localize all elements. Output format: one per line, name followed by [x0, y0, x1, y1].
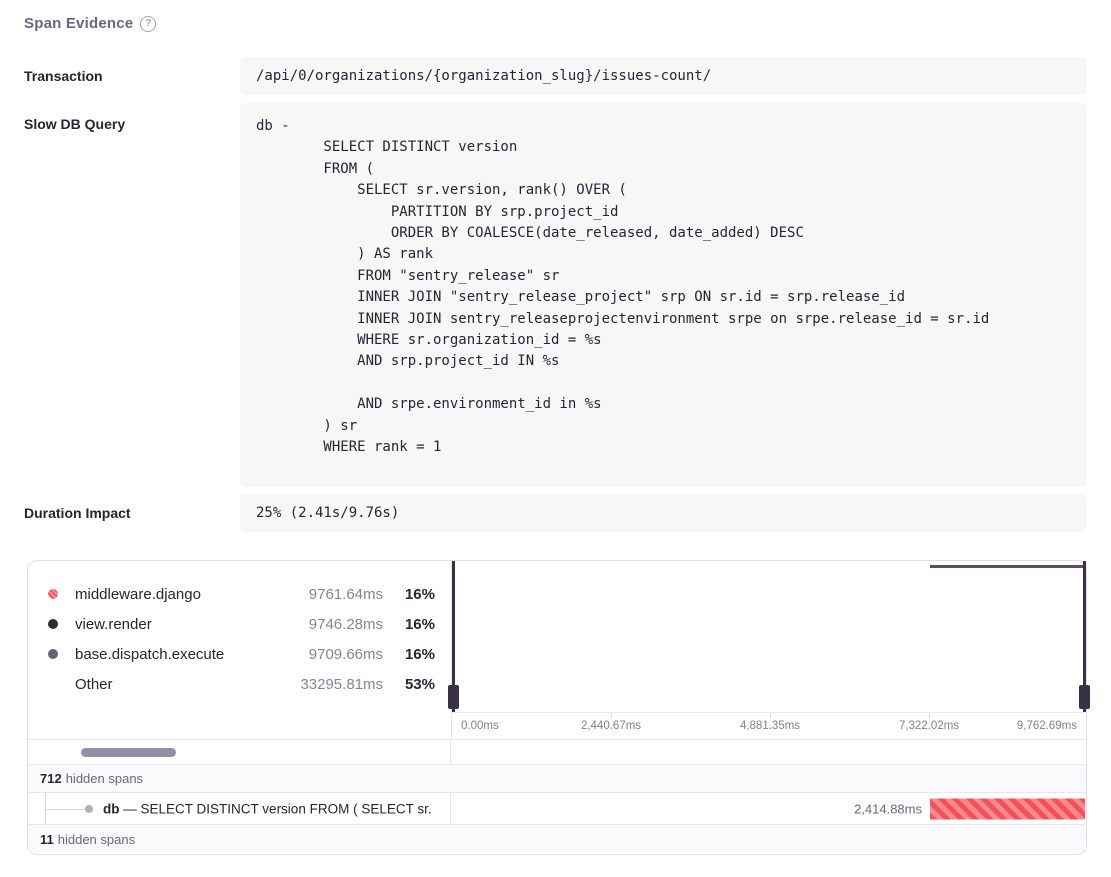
focused-span-bar-cell: 2,414.88ms: [451, 793, 1086, 824]
tree-connector-hline: [45, 809, 89, 810]
minimap-span-bar: [930, 565, 1085, 568]
legend-row-middleware-django[interactable]: middleware.django 9761.64ms 16%: [48, 579, 435, 609]
legend-duration: 33295.81ms: [271, 676, 383, 693]
legend-row-other[interactable]: Other 33295.81ms 53%: [48, 669, 435, 699]
hidden-spans-label: hidden spans: [58, 832, 135, 847]
hidden-spans-count: 712: [40, 771, 62, 786]
axis-label: 4,881.35ms: [740, 720, 800, 732]
span-legend: middleware.django 9761.64ms 16% view.ren…: [28, 561, 451, 739]
span-separator: —: [123, 801, 137, 816]
legend-duration: 9761.64ms: [271, 586, 383, 603]
hidden-spans-below-row[interactable]: 11 hidden spans: [28, 824, 1086, 853]
span-minimap[interactable]: [452, 561, 1086, 713]
legend-percent: 53%: [383, 676, 435, 693]
focused-span-description-cell: db — SELECT DISTINCT version FROM ( SELE…: [28, 793, 451, 824]
span-tree-panel: middleware.django 9761.64ms 16% view.ren…: [27, 560, 1087, 855]
axis-label: 2,440.67ms: [581, 720, 641, 732]
legend-duration: 9746.28ms: [271, 616, 383, 633]
transaction-value: /api/0/organizations/{organization_slug}…: [240, 57, 1087, 95]
legend-row-base-dispatch-execute[interactable]: base.dispatch.execute 9709.66ms 16%: [48, 639, 435, 669]
horizontal-scrollbar-thumb[interactable]: [81, 748, 176, 757]
help-glyph: ?: [145, 18, 151, 29]
legend-op: base.dispatch.execute: [75, 646, 271, 663]
axis-tick-mark: [611, 713, 612, 718]
axis-label: 0.00ms: [461, 720, 499, 732]
legend-percent: 16%: [383, 616, 435, 633]
slow-db-query-row: Slow DB Query db - SELECT DISTINCT versi…: [24, 103, 1087, 487]
section-title: Span Evidence: [24, 15, 133, 32]
minimap-left-handle[interactable]: [452, 561, 455, 712]
minimap-right-handle[interactable]: [1083, 561, 1086, 712]
legend-op: view.render: [75, 616, 271, 633]
axis-label: 9,762.69ms: [1017, 720, 1077, 732]
legend-percent: 16%: [383, 586, 435, 603]
minimap-right-grip[interactable]: [1079, 685, 1090, 709]
legend-row-view-render[interactable]: view.render 9746.28ms 16%: [48, 609, 435, 639]
slow-db-query-value: db - SELECT DISTINCT version FROM ( SELE…: [240, 103, 1087, 487]
span-duration: 2,414.88ms: [854, 801, 922, 816]
span-duration-bar-hatched[interactable]: [930, 798, 1085, 819]
transaction-row: Transaction /api/0/organizations/{organi…: [24, 57, 1087, 95]
axis-tick-mark: [929, 713, 930, 718]
legend-duration: 9709.66ms: [271, 646, 383, 663]
tree-scroll-track: [28, 740, 451, 764]
span-description: db — SELECT DISTINCT version FROM ( SELE…: [103, 801, 432, 816]
span-op: db: [103, 801, 120, 816]
legend-op: Other: [75, 676, 271, 693]
legend-op: middleware.django: [75, 586, 271, 603]
hidden-spans-above-row[interactable]: 712 hidden spans: [28, 764, 1086, 792]
axis-label: 7,322.02ms: [899, 720, 959, 732]
section-header: Span Evidence ?: [24, 15, 156, 32]
span-evidence-section: Span Evidence ? Transaction /api/0/organ…: [0, 0, 1111, 877]
sql-code: db - SELECT DISTINCT version FROM ( SELE…: [256, 116, 1071, 459]
legend-percent: 16%: [383, 646, 435, 663]
span-query-text: SELECT DISTINCT version FROM ( SELECT sr…: [141, 801, 432, 816]
focused-span-row[interactable]: db — SELECT DISTINCT version FROM ( SELE…: [28, 792, 1086, 824]
minimap-column: 0.00ms 2,440.67ms 4,881.35ms 7,322.02ms …: [451, 561, 1086, 739]
minimap-left-grip[interactable]: [448, 685, 459, 709]
duration-impact-label: Duration Impact: [24, 505, 240, 521]
legend-dot-hatched-icon: [48, 589, 58, 599]
legend-dot-icon: [48, 619, 58, 629]
duration-impact-value: 25% (2.41s/9.76s): [240, 494, 1087, 532]
tree-connector-dot-icon: [85, 805, 93, 813]
slow-db-query-label: Slow DB Query: [24, 103, 240, 487]
hidden-spans-count: 11: [40, 832, 54, 847]
span-tree-top: middleware.django 9761.64ms 16% view.ren…: [28, 561, 1086, 739]
help-icon[interactable]: ?: [140, 16, 156, 32]
transaction-label: Transaction: [24, 68, 240, 84]
axis-tick-mark: [770, 713, 771, 718]
duration-impact-row: Duration Impact 25% (2.41s/9.76s): [24, 494, 1087, 532]
legend-dot-icon: [48, 649, 58, 659]
hidden-spans-label: hidden spans: [66, 771, 143, 786]
time-axis: 0.00ms 2,440.67ms 4,881.35ms 7,322.02ms …: [452, 713, 1086, 738]
tree-scroll-row: [28, 739, 1086, 764]
